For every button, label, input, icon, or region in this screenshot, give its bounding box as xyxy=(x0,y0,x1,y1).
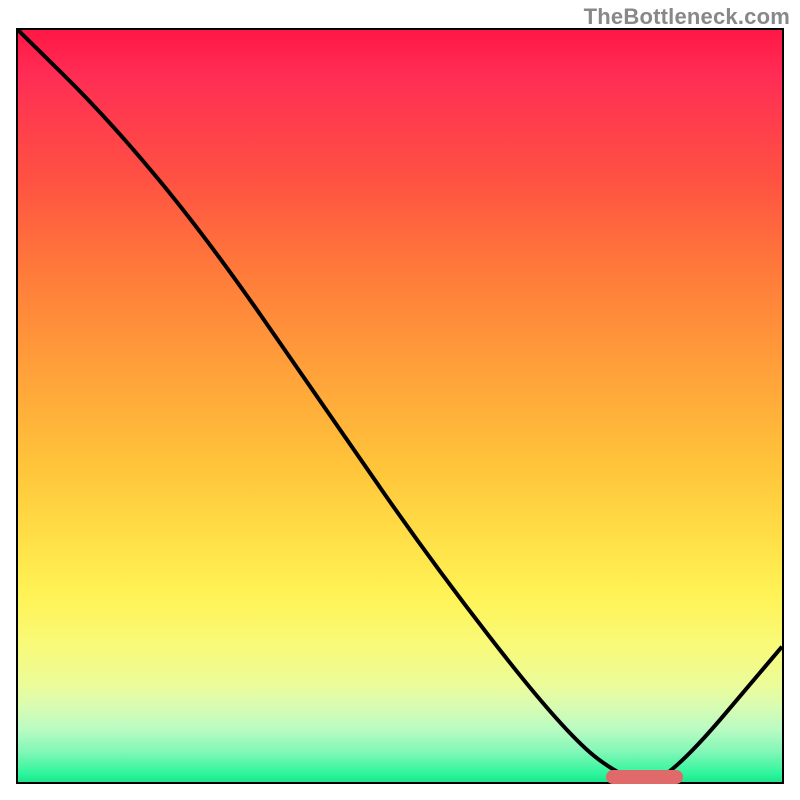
plot-area xyxy=(16,28,784,784)
bottleneck-chart: TheBottleneck.com xyxy=(0,0,800,800)
watermark-text: TheBottleneck.com xyxy=(584,4,790,30)
gradient-background xyxy=(18,30,782,782)
optimal-marker xyxy=(606,770,682,784)
